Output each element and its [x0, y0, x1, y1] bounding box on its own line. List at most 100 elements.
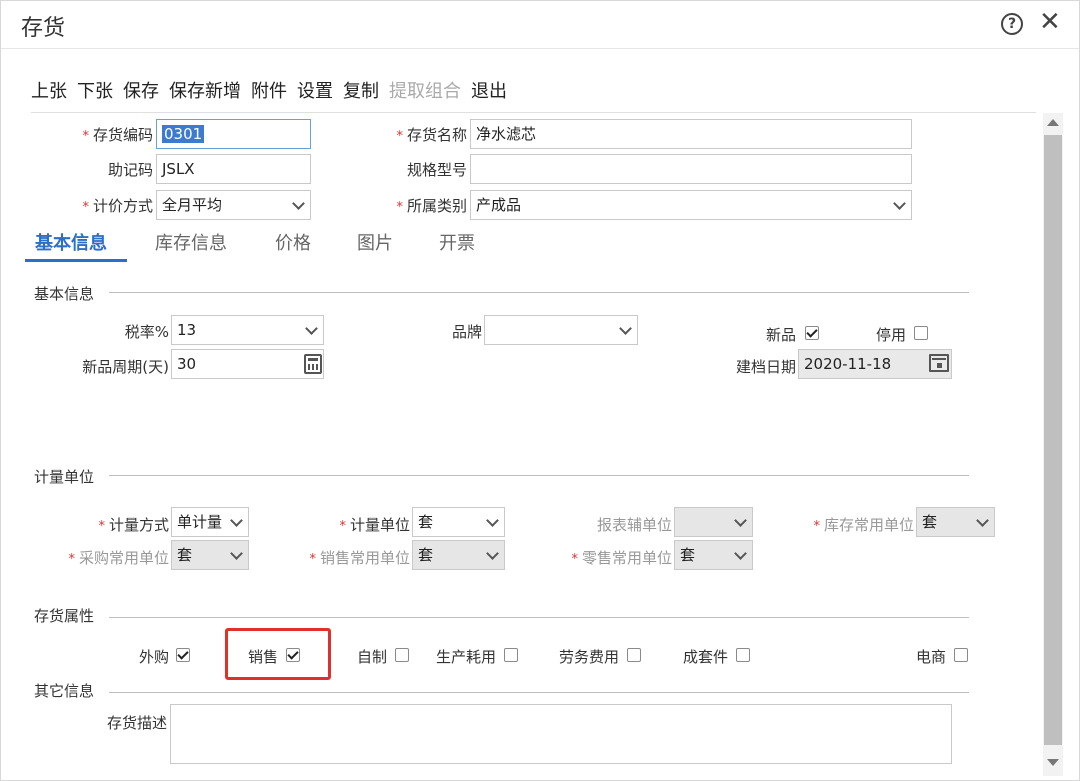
sales-unit-label: * 销售常用单位 [309, 549, 410, 567]
inventory-dialog: 存货 ? ✕ 上张 下张 保存 保存新增 附件 设置 复制 提取组合 退出 * 存… [0, 0, 1080, 781]
description-textarea[interactable] [170, 704, 952, 764]
extract-combo-button[interactable]: 提取组合 [389, 79, 461, 105]
pricing-select[interactable]: 全月平均 [156, 190, 311, 220]
disabled-checkbox[interactable] [914, 326, 928, 340]
save-and-new-button[interactable]: 保存新增 [169, 79, 241, 105]
tab-invoice[interactable]: 开票 [439, 229, 475, 255]
chevron-down-icon [486, 514, 499, 527]
section-divider [109, 617, 969, 618]
section-other-title: 其它信息 [34, 682, 95, 700]
scroll-thumb[interactable] [1044, 135, 1062, 745]
new-item-checkbox[interactable] [805, 326, 819, 340]
section-attributes-title: 存货属性 [34, 607, 95, 625]
category-label: * 所属类别 [396, 197, 467, 215]
exit-button[interactable]: 退出 [471, 79, 507, 105]
attr-purchased-label: 外购 [138, 648, 169, 666]
toolbar: 上张 下张 保存 保存新增 附件 设置 复制 提取组合 退出 [31, 79, 517, 105]
measure-unit-label: * 计量单位 [339, 516, 410, 534]
attachment-button[interactable]: 附件 [251, 79, 287, 105]
chevron-down-icon [976, 514, 989, 527]
section-divider [109, 292, 969, 293]
chevron-down-icon [486, 547, 499, 560]
measure-method-select[interactable]: 单计量 [171, 507, 249, 537]
chevron-down-icon [734, 514, 747, 527]
mnemonic-input[interactable]: JSLX [156, 154, 311, 184]
toolbar-divider [31, 112, 1036, 113]
description-label: 存货描述 [106, 714, 167, 732]
scroll-up-icon[interactable] [1047, 119, 1059, 126]
calculator-icon[interactable] [304, 354, 322, 374]
vertical-scrollbar[interactable] [1043, 113, 1063, 776]
scroll-down-icon[interactable] [1047, 759, 1059, 766]
pricing-label: * 计价方式 [82, 197, 153, 215]
report-unit-select[interactable] [674, 507, 753, 537]
spec-label: 规格型号 [406, 161, 467, 179]
stock-unit-label: * 库存常用单位 [813, 516, 914, 534]
category-select[interactable]: 产成品 [470, 190, 912, 220]
attr-ecommerce-checkbox[interactable] [954, 648, 968, 662]
code-label: * 存货编码 [82, 126, 153, 144]
chevron-down-icon [734, 547, 747, 560]
attr-service-checkbox[interactable] [627, 648, 641, 662]
copy-button[interactable]: 复制 [343, 79, 379, 105]
measure-unit-select[interactable]: 套 [412, 507, 505, 537]
tax-select[interactable]: 13 [171, 315, 324, 345]
attr-kit-label: 成套件 [682, 648, 728, 666]
new-item-label: 新品 [765, 326, 796, 344]
tax-label: 税率% [124, 323, 169, 341]
attr-selfmade-checkbox[interactable] [395, 648, 409, 662]
chevron-down-icon [305, 322, 318, 335]
tab-image[interactable]: 图片 [357, 229, 393, 255]
purchase-unit-label: * 采购常用单位 [68, 549, 169, 567]
attr-purchased-checkbox[interactable] [176, 648, 190, 662]
chevron-down-icon [619, 322, 632, 335]
active-tab-indicator [25, 259, 127, 262]
tab-inventory-info[interactable]: 库存信息 [155, 229, 227, 255]
dialog-title: 存货 [21, 16, 66, 41]
section-divider [109, 475, 969, 476]
section-basic-title: 基本信息 [34, 285, 95, 303]
new-cycle-label: 新品周期(天) [82, 358, 169, 376]
chevron-down-icon [230, 547, 243, 560]
brand-label: 品牌 [451, 323, 482, 341]
attr-production-label: 生产耗用 [435, 648, 496, 666]
attr-ecommerce-label: 电商 [915, 648, 946, 666]
retail-unit-label: * 零售常用单位 [571, 549, 672, 567]
section-divider [109, 692, 969, 693]
highlight-annotation [225, 628, 331, 680]
create-date-input[interactable]: 2020-11-18 [798, 349, 952, 379]
attr-service-label: 劳务费用 [558, 648, 619, 666]
settings-button[interactable]: 设置 [297, 79, 333, 105]
chevron-down-icon [292, 197, 305, 210]
attr-kit-checkbox[interactable] [736, 648, 750, 662]
help-icon[interactable]: ? [1001, 13, 1023, 35]
save-button[interactable]: 保存 [123, 79, 159, 105]
purchase-unit-select[interactable]: 套 [171, 540, 249, 570]
name-input[interactable]: 净水滤芯 [470, 119, 912, 149]
section-units-title: 计量单位 [34, 468, 95, 486]
title-bar: 存货 ? ✕ [1, 1, 1079, 49]
tab-price[interactable]: 价格 [275, 229, 311, 255]
measure-method-label: * 计量方式 [98, 516, 169, 534]
calendar-icon[interactable] [929, 354, 949, 372]
spec-input[interactable] [470, 154, 912, 184]
close-icon[interactable]: ✕ [1039, 7, 1061, 37]
code-input[interactable]: 0301 [156, 119, 311, 149]
report-unit-label: 报表辅单位 [596, 516, 672, 534]
chevron-down-icon [893, 197, 906, 210]
stock-unit-select[interactable]: 套 [916, 507, 995, 537]
attr-selfmade-label: 自制 [356, 648, 387, 666]
create-date-label: 建档日期 [735, 358, 796, 376]
chevron-down-icon [230, 514, 243, 527]
disabled-label: 停用 [875, 326, 906, 344]
tab-basic-info[interactable]: 基本信息 [35, 229, 107, 255]
name-label: * 存货名称 [396, 126, 467, 144]
prev-button[interactable]: 上张 [31, 79, 67, 105]
attr-production-checkbox[interactable] [504, 648, 518, 662]
new-cycle-input[interactable]: 30 [171, 349, 324, 379]
mnemonic-label: 助记码 [107, 161, 153, 179]
retail-unit-select[interactable]: 套 [674, 540, 753, 570]
next-button[interactable]: 下张 [77, 79, 113, 105]
brand-select[interactable] [484, 315, 638, 345]
sales-unit-select[interactable]: 套 [412, 540, 505, 570]
